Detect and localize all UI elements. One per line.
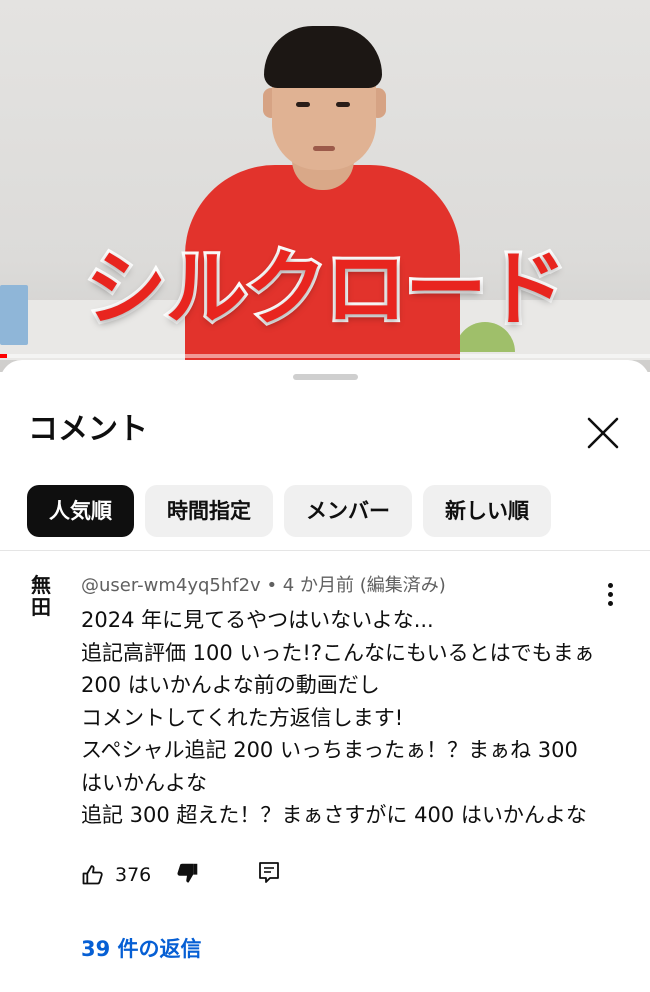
drag-handle[interactable] — [293, 374, 358, 380]
comment-time: 4 か月前 — [282, 575, 354, 596]
avatar-char: 無 — [31, 573, 51, 597]
reply-button[interactable] — [257, 860, 281, 890]
comment-line: 追記高評価 100 いった!?こんなにもいるとはでもまぁ — [81, 640, 595, 665]
chip-members[interactable]: メンバー — [284, 485, 412, 537]
like-count: 376 — [115, 864, 152, 886]
view-replies-link[interactable]: 39 件の返信 — [81, 934, 202, 964]
person-eye — [336, 102, 350, 107]
chip-popular[interactable]: 人気順 — [27, 485, 134, 537]
thumbs-up-icon — [82, 865, 103, 885]
video-progress-bar[interactable] — [0, 354, 650, 358]
more-vert-icon — [607, 591, 613, 597]
comment-line: 2024 年に見てるやつはいないよな... — [81, 608, 434, 632]
comments-sheet: コメント 人気順 時間指定 メンバー 新しい順 無 田 @user-wm4yq5… — [0, 360, 650, 992]
comment-line: 200 はいかんよな前の動画だし — [81, 673, 380, 697]
comment-line: はいかんよな — [81, 770, 207, 795]
avatar[interactable]: 無 田 — [28, 574, 54, 618]
comment-actions: 376 — [81, 860, 621, 890]
comment-meta: @user-wm4yq5hf2v • 4 か月前 (編集済み) — [81, 572, 446, 600]
person-eye — [296, 102, 310, 107]
comment-line: コメントしてくれた方返信します! — [81, 705, 404, 730]
close-icon — [587, 417, 619, 449]
comment-reply-icon — [259, 862, 279, 883]
chip-newest[interactable]: 新しい順 — [423, 485, 551, 537]
comment-author[interactable]: @user-wm4yq5hf2v — [81, 575, 261, 596]
comment-text: 2024 年に見てるやつはいないよな... 追記高評価 100 いった!?こんな… — [81, 604, 621, 832]
video-progress-played — [0, 354, 7, 358]
comment-edited: (編集済み) — [359, 575, 446, 596]
dislike-button[interactable] — [174, 860, 200, 890]
person-mouth — [313, 146, 335, 151]
chip-timed[interactable]: 時間指定 — [145, 485, 273, 537]
avatar-char: 田 — [31, 595, 51, 619]
thumbs-down-icon — [177, 863, 198, 883]
video-player[interactable]: シルクロード — [0, 0, 650, 372]
sort-chips: 人気順 時間指定 メンバー 新しい順 — [27, 485, 551, 537]
like-button[interactable]: 376 — [81, 860, 151, 890]
divider — [0, 550, 650, 551]
meta-separator: • — [266, 575, 278, 596]
close-button[interactable] — [582, 412, 624, 454]
person-hair — [264, 26, 382, 88]
video-overlay-title: シルクロード — [82, 239, 570, 340]
comment-line: 追記 300 超えた！？まぁさすがに 400 はいかんよな — [81, 803, 587, 827]
comments-title: コメント — [28, 412, 148, 447]
comment-line: スペシャル追記 200 いっちまったぁ！？まぁね 300 — [81, 738, 578, 762]
more-vert-icon — [607, 582, 613, 588]
